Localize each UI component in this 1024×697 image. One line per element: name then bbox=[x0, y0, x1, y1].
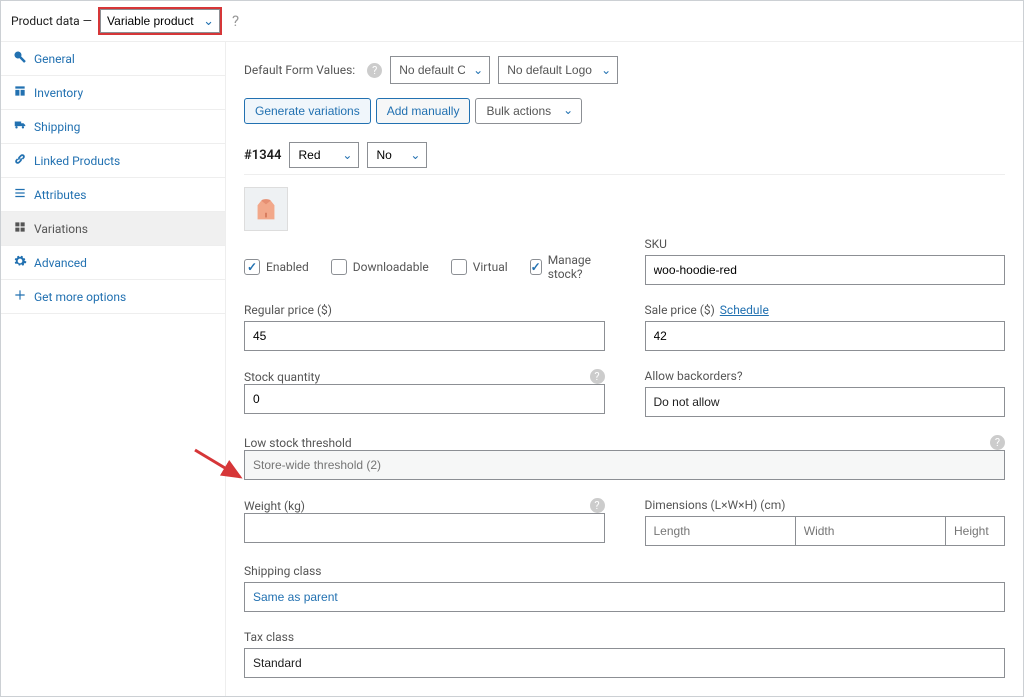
schedule-link[interactable]: Schedule bbox=[720, 303, 769, 317]
generate-variations-button[interactable]: Generate variations bbox=[244, 98, 371, 124]
stock-qty-label: Stock quantity bbox=[244, 370, 320, 384]
tab-getmore[interactable]: Get more options bbox=[1, 280, 225, 314]
backorders-select[interactable]: Do not allow bbox=[645, 387, 1006, 417]
hoodie-icon bbox=[251, 194, 281, 224]
virtual-checkbox[interactable]: Virtual bbox=[451, 253, 508, 281]
low-stock-label: Low stock threshold bbox=[244, 436, 352, 450]
length-input[interactable] bbox=[645, 516, 795, 546]
help-icon[interactable]: ? bbox=[990, 435, 1005, 450]
tax-class-label: Tax class bbox=[244, 630, 1005, 644]
downloadable-label: Downloadable bbox=[353, 260, 429, 274]
help-icon[interactable]: ? bbox=[590, 498, 605, 513]
enabled-label: Enabled bbox=[266, 260, 309, 274]
tab-variations[interactable]: Variations bbox=[1, 212, 225, 246]
tab-label: Get more options bbox=[34, 290, 126, 304]
default-form-values-label: Default Form Values: bbox=[244, 63, 355, 77]
tab-label: General bbox=[34, 52, 75, 66]
product-type-select[interactable]: Variable product bbox=[100, 9, 220, 33]
tab-linked[interactable]: Linked Products bbox=[1, 144, 225, 178]
tab-attributes[interactable]: Attributes bbox=[1, 178, 225, 212]
checkbox-icon bbox=[530, 259, 542, 275]
low-stock-input[interactable] bbox=[244, 450, 1005, 480]
shipping-class-label: Shipping class bbox=[244, 564, 1005, 578]
shipping-class-select[interactable]: Same as parent bbox=[244, 582, 1005, 612]
plus-icon bbox=[13, 288, 27, 305]
manage-stock-checkbox[interactable]: Manage stock? bbox=[530, 253, 605, 281]
tax-class-select[interactable]: Standard bbox=[244, 648, 1005, 678]
height-input[interactable] bbox=[945, 516, 1005, 546]
weight-label: Weight (kg) bbox=[244, 499, 305, 513]
enabled-checkbox[interactable]: Enabled bbox=[244, 253, 309, 281]
downloadable-checkbox[interactable]: Downloadable bbox=[331, 253, 429, 281]
sale-price-label: Sale price ($) Schedule bbox=[645, 303, 1006, 317]
backorders-label: Allow backorders? bbox=[645, 369, 1006, 383]
tab-label: Variations bbox=[34, 222, 88, 236]
tab-label: Attributes bbox=[34, 188, 86, 202]
regular-price-label: Regular price ($) bbox=[244, 303, 605, 317]
manage-stock-label: Manage stock? bbox=[548, 253, 605, 281]
shipping-icon bbox=[13, 118, 27, 135]
add-manually-button[interactable]: Add manually bbox=[376, 98, 471, 124]
tab-label: Advanced bbox=[34, 256, 87, 270]
variation-attr-logo-select[interactable]: No bbox=[367, 142, 427, 168]
weight-input[interactable] bbox=[244, 513, 605, 543]
checkbox-icon bbox=[451, 259, 467, 275]
checkbox-icon bbox=[331, 259, 347, 275]
default-logo-select[interactable]: No default Logo… bbox=[498, 56, 618, 84]
list-icon bbox=[13, 186, 27, 203]
help-icon[interactable]: ? bbox=[232, 12, 239, 30]
tab-inventory[interactable]: Inventory bbox=[1, 76, 225, 110]
inventory-icon bbox=[13, 84, 27, 101]
checkbox-icon bbox=[244, 259, 260, 275]
bulk-actions-button[interactable]: Bulk actions bbox=[475, 98, 582, 124]
tab-advanced[interactable]: Advanced bbox=[1, 246, 225, 280]
tab-label: Inventory bbox=[34, 86, 83, 100]
tab-label: Linked Products bbox=[34, 154, 120, 168]
default-color-select[interactable]: No default Color… bbox=[390, 56, 490, 84]
help-icon[interactable]: ? bbox=[590, 369, 605, 384]
sku-input[interactable] bbox=[645, 255, 1006, 285]
regular-price-input[interactable] bbox=[244, 321, 605, 351]
virtual-label: Virtual bbox=[473, 260, 508, 274]
dimensions-label: Dimensions (L×W×H) (cm) bbox=[645, 498, 1006, 512]
tab-shipping[interactable]: Shipping bbox=[1, 110, 225, 144]
stock-qty-input[interactable] bbox=[244, 384, 605, 414]
width-input[interactable] bbox=[795, 516, 945, 546]
tab-general[interactable]: General bbox=[1, 42, 225, 76]
variation-image-thumb[interactable] bbox=[244, 187, 288, 231]
sale-price-input[interactable] bbox=[645, 321, 1006, 351]
variation-attr-color-select[interactable]: Red bbox=[289, 142, 359, 168]
gear-icon bbox=[13, 254, 27, 271]
product-data-label: Product data — bbox=[11, 14, 92, 28]
sku-label: SKU bbox=[645, 237, 1006, 251]
variation-id: #1344 bbox=[244, 148, 281, 163]
tab-label: Shipping bbox=[34, 120, 80, 134]
help-icon[interactable]: ? bbox=[367, 63, 382, 78]
product-type-highlight: Variable product ⌄ bbox=[98, 7, 222, 35]
variations-icon bbox=[13, 220, 27, 237]
link-icon bbox=[13, 152, 27, 169]
tool-icon bbox=[13, 50, 27, 67]
